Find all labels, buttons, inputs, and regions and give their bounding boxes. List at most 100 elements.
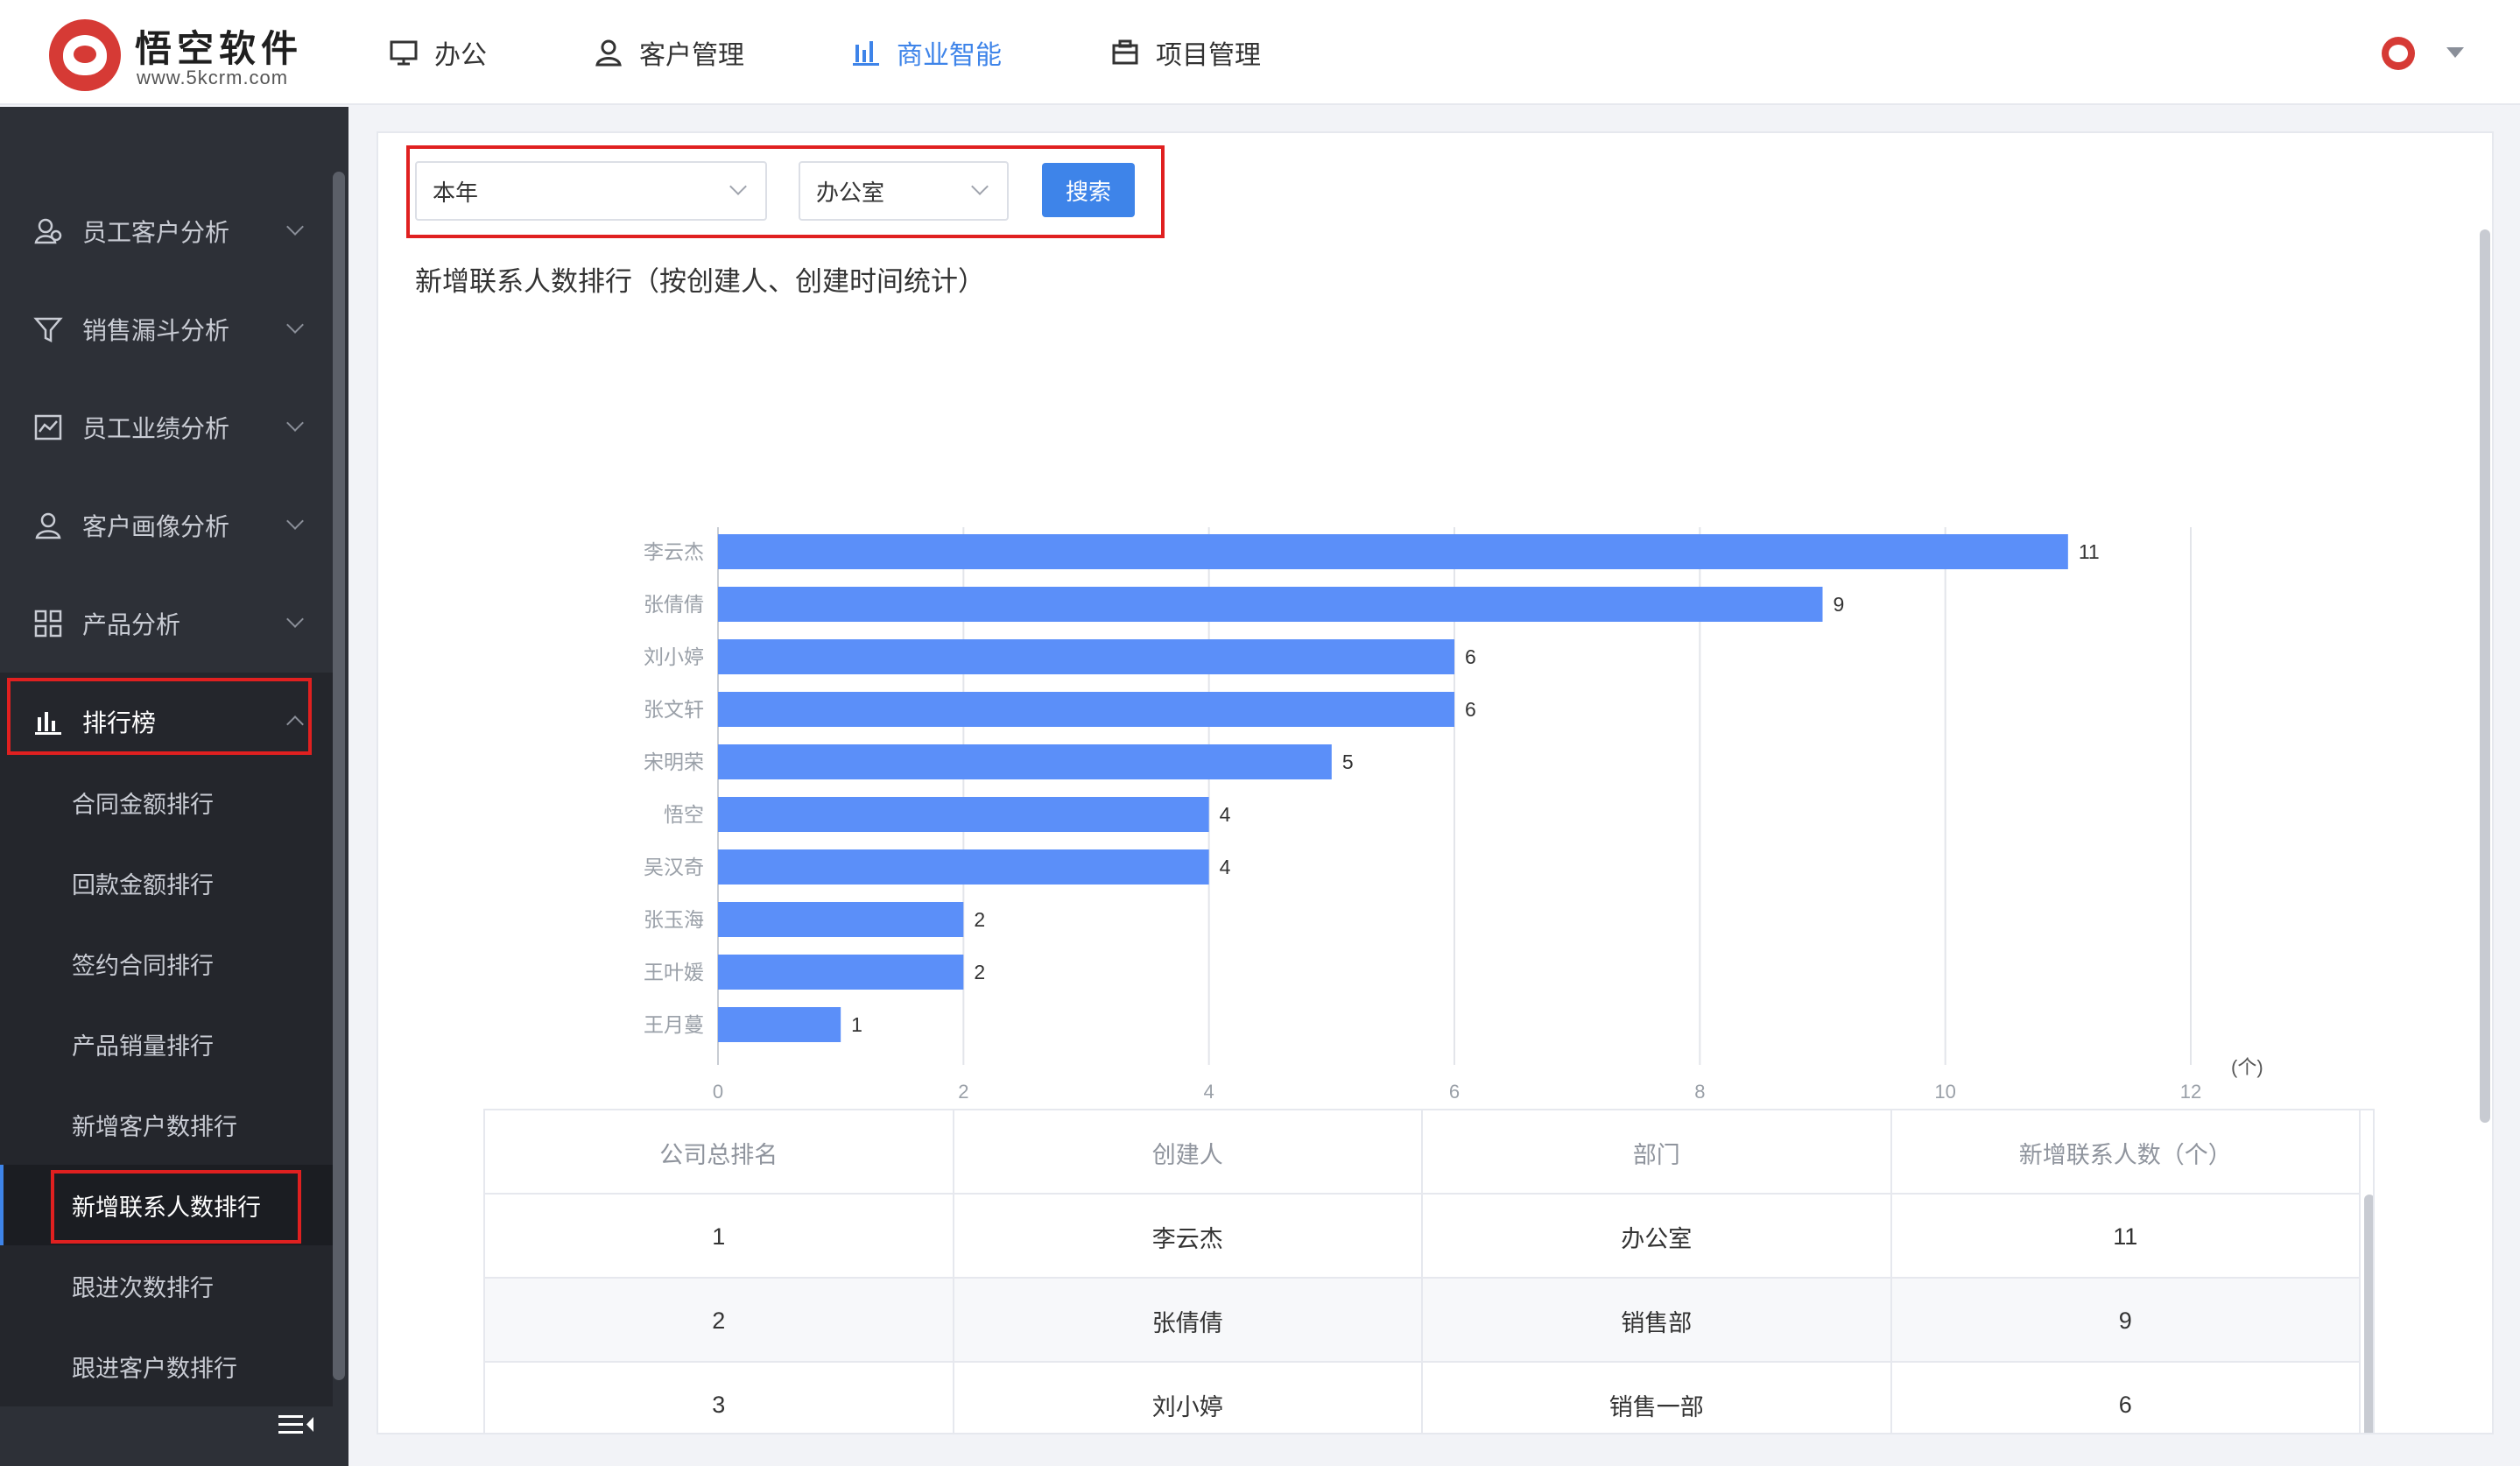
nav-item-customer[interactable]: 客户管理 <box>594 32 744 74</box>
sidebar-item-label: 客户画像分析 <box>82 513 230 540</box>
nav-label: 项目管理 <box>1156 41 1261 70</box>
sidebar-subitem-label: 合同金额排行 <box>72 791 214 818</box>
table-cell: 6 <box>1892 1363 2361 1433</box>
highlight-new-contacts <box>51 1170 301 1244</box>
sidebar-item-sales-funnel[interactable]: 销售漏斗分析 <box>0 280 333 378</box>
bar <box>718 849 1209 885</box>
table-cell: 2 <box>485 1279 954 1363</box>
panel-scrollbar[interactable] <box>2480 229 2490 1123</box>
sidebar-item-performance[interactable]: 员工业绩分析 <box>0 378 333 476</box>
chevron-down-icon <box>286 414 304 432</box>
x-tick-label: 6 <box>1449 1081 1460 1103</box>
bar <box>718 692 1454 727</box>
y-category-label: 王月蔓 <box>644 1013 704 1036</box>
table-cell: 销售一部 <box>1423 1363 1892 1433</box>
bar <box>718 1007 841 1042</box>
sidebar-subitem-follow-ups[interactable]: 跟进次数排行 <box>0 1245 333 1326</box>
monitor-icon <box>390 40 418 66</box>
user-avatar[interactable] <box>2382 37 2415 70</box>
table-scrollbar[interactable] <box>2364 1195 2373 1433</box>
sidebar-subitem-label: 签约合同排行 <box>72 952 214 979</box>
ranking-table: 公司总排名 创建人 部门 新增联系人数（个） 1 李云杰 办公室 11 2 张倩… <box>483 1109 2375 1433</box>
sidebar-subitem-new-customers[interactable]: 新增客户数排行 <box>0 1084 333 1165</box>
sidebar-subitem-followed-customers[interactable]: 跟进客户数排行 <box>0 1326 333 1406</box>
table-cell: 11 <box>1892 1195 2361 1279</box>
users-icon <box>34 218 62 244</box>
bar-value-label: 11 <box>2079 540 2100 563</box>
bar-value-label: 2 <box>974 908 985 931</box>
y-category-label: 张玉海 <box>644 908 704 931</box>
portrait-icon <box>35 512 61 539</box>
nav-item-project[interactable]: 项目管理 <box>1110 32 1261 74</box>
table-header-cell: 创建人 <box>954 1110 1423 1195</box>
bar <box>718 534 2068 569</box>
brand-title: 悟空软件 <box>135 28 304 69</box>
table-row[interactable]: 1 李云杰 办公室 11 <box>485 1195 2361 1279</box>
table-cell: 张倩倩 <box>954 1279 1423 1363</box>
sidebar-item-label: 员工业绩分析 <box>82 415 230 442</box>
filter-icon <box>33 317 63 343</box>
nav-label: 办公 <box>434 41 487 70</box>
sidebar-subitem-product-sales[interactable]: 产品销量排行 <box>0 1004 333 1084</box>
y-category-label: 吴汉奇 <box>644 856 704 878</box>
trend-icon <box>34 414 62 441</box>
chart-title: 新增联系人数排行（按创建人、创建时间统计） <box>415 266 985 297</box>
bar-value-label: 6 <box>1465 645 1476 668</box>
chevron-down-icon <box>286 512 304 530</box>
bar <box>718 587 1823 622</box>
brand-logo[interactable]: 悟空软件 www.5kcrm.com <box>49 18 329 91</box>
highlight-ranking <box>7 678 312 755</box>
sidebar-subitem-label: 回款金额排行 <box>72 871 214 899</box>
chevron-down-icon <box>286 316 304 334</box>
bar-value-label: 4 <box>1220 856 1231 878</box>
nav-label: 商业智能 <box>897 41 1002 70</box>
collapse-menu-icon[interactable] <box>277 1410 315 1440</box>
content-panel: 本年 办公室 搜索 新增联系人数排行（按创建人、创建时间统计） 0 2 4 6 8 10 1… <box>377 131 2494 1434</box>
y-category-label: 王叶媛 <box>644 961 704 983</box>
bar-chart: 0 2 4 6 8 10 12李云杰 11张倩倩 9刘小婷 6张文轩 6宋明荣 5悟空 4吴汉奇 4张玉海… <box>644 527 2263 1103</box>
table-cell: 办公室 <box>1423 1195 1892 1279</box>
chevron-down-icon <box>286 218 304 236</box>
sidebar-subitem-signed-contracts[interactable]: 签约合同排行 <box>0 923 333 1004</box>
table-cell: 销售部 <box>1423 1279 1892 1363</box>
x-tick-label: 4 <box>1204 1081 1214 1103</box>
bar-value-label: 9 <box>1834 593 1845 616</box>
bar-value-label: 2 <box>974 961 985 983</box>
table-row[interactable]: 2 张倩倩 销售部 9 <box>485 1279 2361 1363</box>
table-header-cell: 公司总排名 <box>485 1110 954 1195</box>
bar <box>718 744 1332 779</box>
bar <box>718 639 1454 674</box>
y-category-label: 张倩倩 <box>644 593 704 616</box>
table-cell: 李云杰 <box>954 1195 1423 1279</box>
x-tick-label: 0 <box>713 1081 723 1103</box>
sidebar-subitem-label: 产品销量排行 <box>72 1033 214 1060</box>
bar-value-label: 1 <box>851 1013 862 1036</box>
sidebar-subitem-contract-amount[interactable]: 合同金额排行 <box>0 762 333 842</box>
sidebar-item-customer-portrait[interactable]: 客户画像分析 <box>0 476 333 574</box>
nav-item-office[interactable]: 办公 <box>389 32 487 74</box>
highlight-filters <box>406 145 1165 238</box>
table-cell: 3 <box>485 1363 954 1433</box>
bar <box>718 797 1209 832</box>
x-tick-label: 10 <box>1934 1081 1955 1103</box>
x-tick-label: 8 <box>1694 1081 1705 1103</box>
user-icon <box>595 39 622 67</box>
table-row[interactable]: 3 刘小婷 销售一部 6 <box>485 1363 2361 1433</box>
sidebar-item-product[interactable]: 产品分析 <box>0 574 333 673</box>
sidebar-subitem-label: 跟进客户数排行 <box>72 1355 237 1382</box>
sidebar-subitem-label: 新增客户数排行 <box>72 1113 237 1140</box>
sidebar-scrollbar[interactable] <box>333 172 345 1380</box>
sidebar-item-label: 产品分析 <box>82 611 181 638</box>
y-category-label: 李云杰 <box>644 540 704 563</box>
chevron-down-icon[interactable] <box>2446 47 2464 58</box>
sidebar-item-employee-customer[interactable]: 员工客户分析 <box>0 182 333 280</box>
brand-subtitle: www.5kcrm.com <box>137 67 289 88</box>
y-category-label: 张文轩 <box>644 698 704 721</box>
sidebar-subitem-payment-amount[interactable]: 回款金额排行 <box>0 842 333 923</box>
nav-item-bi[interactable]: 商业智能 <box>851 32 1002 74</box>
sidebar-item-label: 销售漏斗分析 <box>82 317 230 344</box>
bar-value-label: 5 <box>1342 751 1354 773</box>
table-cell: 9 <box>1892 1279 2361 1363</box>
top-bar: 悟空软件 www.5kcrm.com 办公 客户管理 商业智能 项目管理 <box>0 0 2520 105</box>
y-category-label: 宋明荣 <box>644 751 704 773</box>
